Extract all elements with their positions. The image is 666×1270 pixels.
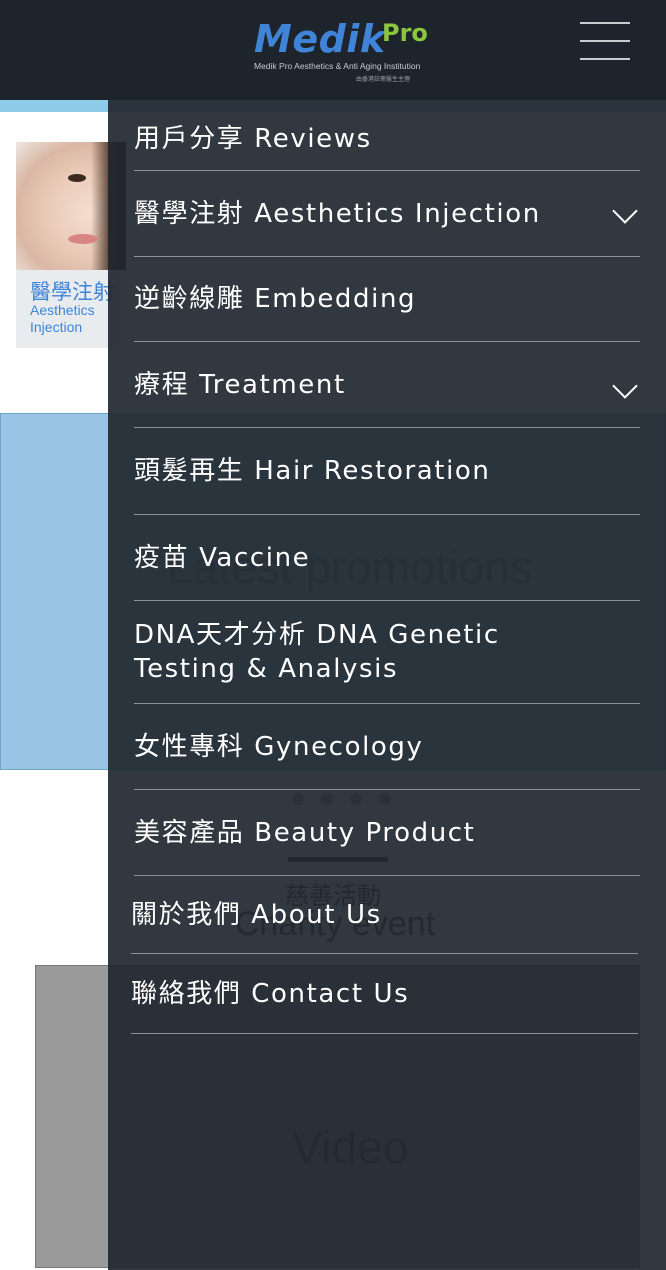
- nav-item-label: 關於我們 About Us: [131, 899, 382, 930]
- nav-item-label: 女性專科 Gynecology: [134, 731, 424, 762]
- nav-item-vaccine[interactable]: 疫苗 Vaccine: [134, 515, 640, 601]
- nav-item-label: 逆齡線雕 Embedding: [134, 284, 417, 314]
- logo-tagline-zh: 由香港註冊醫生主理: [356, 77, 411, 83]
- logo-pro-mark: Pro: [382, 19, 428, 47]
- nav-item-label: 疫苗 Vaccine: [134, 542, 311, 573]
- nav-item-label: 療程 Treatment: [134, 369, 346, 400]
- nav-item-gynecology[interactable]: 女性專科 Gynecology: [134, 704, 640, 790]
- nav-item-dna-testing[interactable]: DNA天才分析 DNA Genetic Testing & Analysis: [134, 601, 640, 704]
- site-header: Medik Pro Medik Pro Aesthetics & Anti Ag…: [0, 0, 666, 100]
- nav-item-beauty-product[interactable]: 美容產品 Beauty Product: [134, 790, 640, 876]
- hamburger-icon[interactable]: [580, 22, 632, 62]
- nav-item-aesthetics-injection[interactable]: 醫學注射 Aesthetics Injection: [134, 171, 640, 257]
- chevron-down-icon[interactable]: [612, 372, 638, 399]
- nav-item-hair-restoration[interactable]: 頭髮再生 Hair Restoration: [134, 428, 640, 515]
- nav-item-embedding[interactable]: 逆齡線雕 Embedding: [134, 257, 640, 342]
- site-logo[interactable]: Medik Pro Medik Pro Aesthetics & Anti Ag…: [254, 16, 428, 86]
- nav-item-label: 頭髮再生 Hair Restoration: [134, 456, 491, 486]
- nav-item-reviews[interactable]: 用戶分享 Reviews: [134, 108, 640, 171]
- nav-item-contact-us[interactable]: 聯絡我們 Contact Us: [131, 954, 638, 1034]
- nav-item-about-us[interactable]: 關於我們 About Us: [131, 876, 638, 954]
- logo-tagline: Medik Pro Aesthetics & Anti Aging Instit…: [254, 61, 421, 71]
- nav-item-label: 美容產品 Beauty Product: [134, 817, 476, 848]
- nav-item-label: 用戶分享 Reviews: [134, 124, 372, 154]
- nav-item-label: 醫學注射 Aesthetics Injection: [134, 198, 541, 229]
- logo-wordmark: Medik: [254, 17, 386, 61]
- service-card-subtitle: Aesthetics Injection: [30, 302, 95, 335]
- nav-item-label: DNA天才分析 DNA Genetic Testing & Analysis: [134, 620, 500, 684]
- chevron-down-icon[interactable]: [612, 197, 638, 224]
- nav-item-treatment[interactable]: 療程 Treatment: [134, 342, 640, 428]
- nav-item-label: 聯絡我們 Contact Us: [131, 978, 410, 1009]
